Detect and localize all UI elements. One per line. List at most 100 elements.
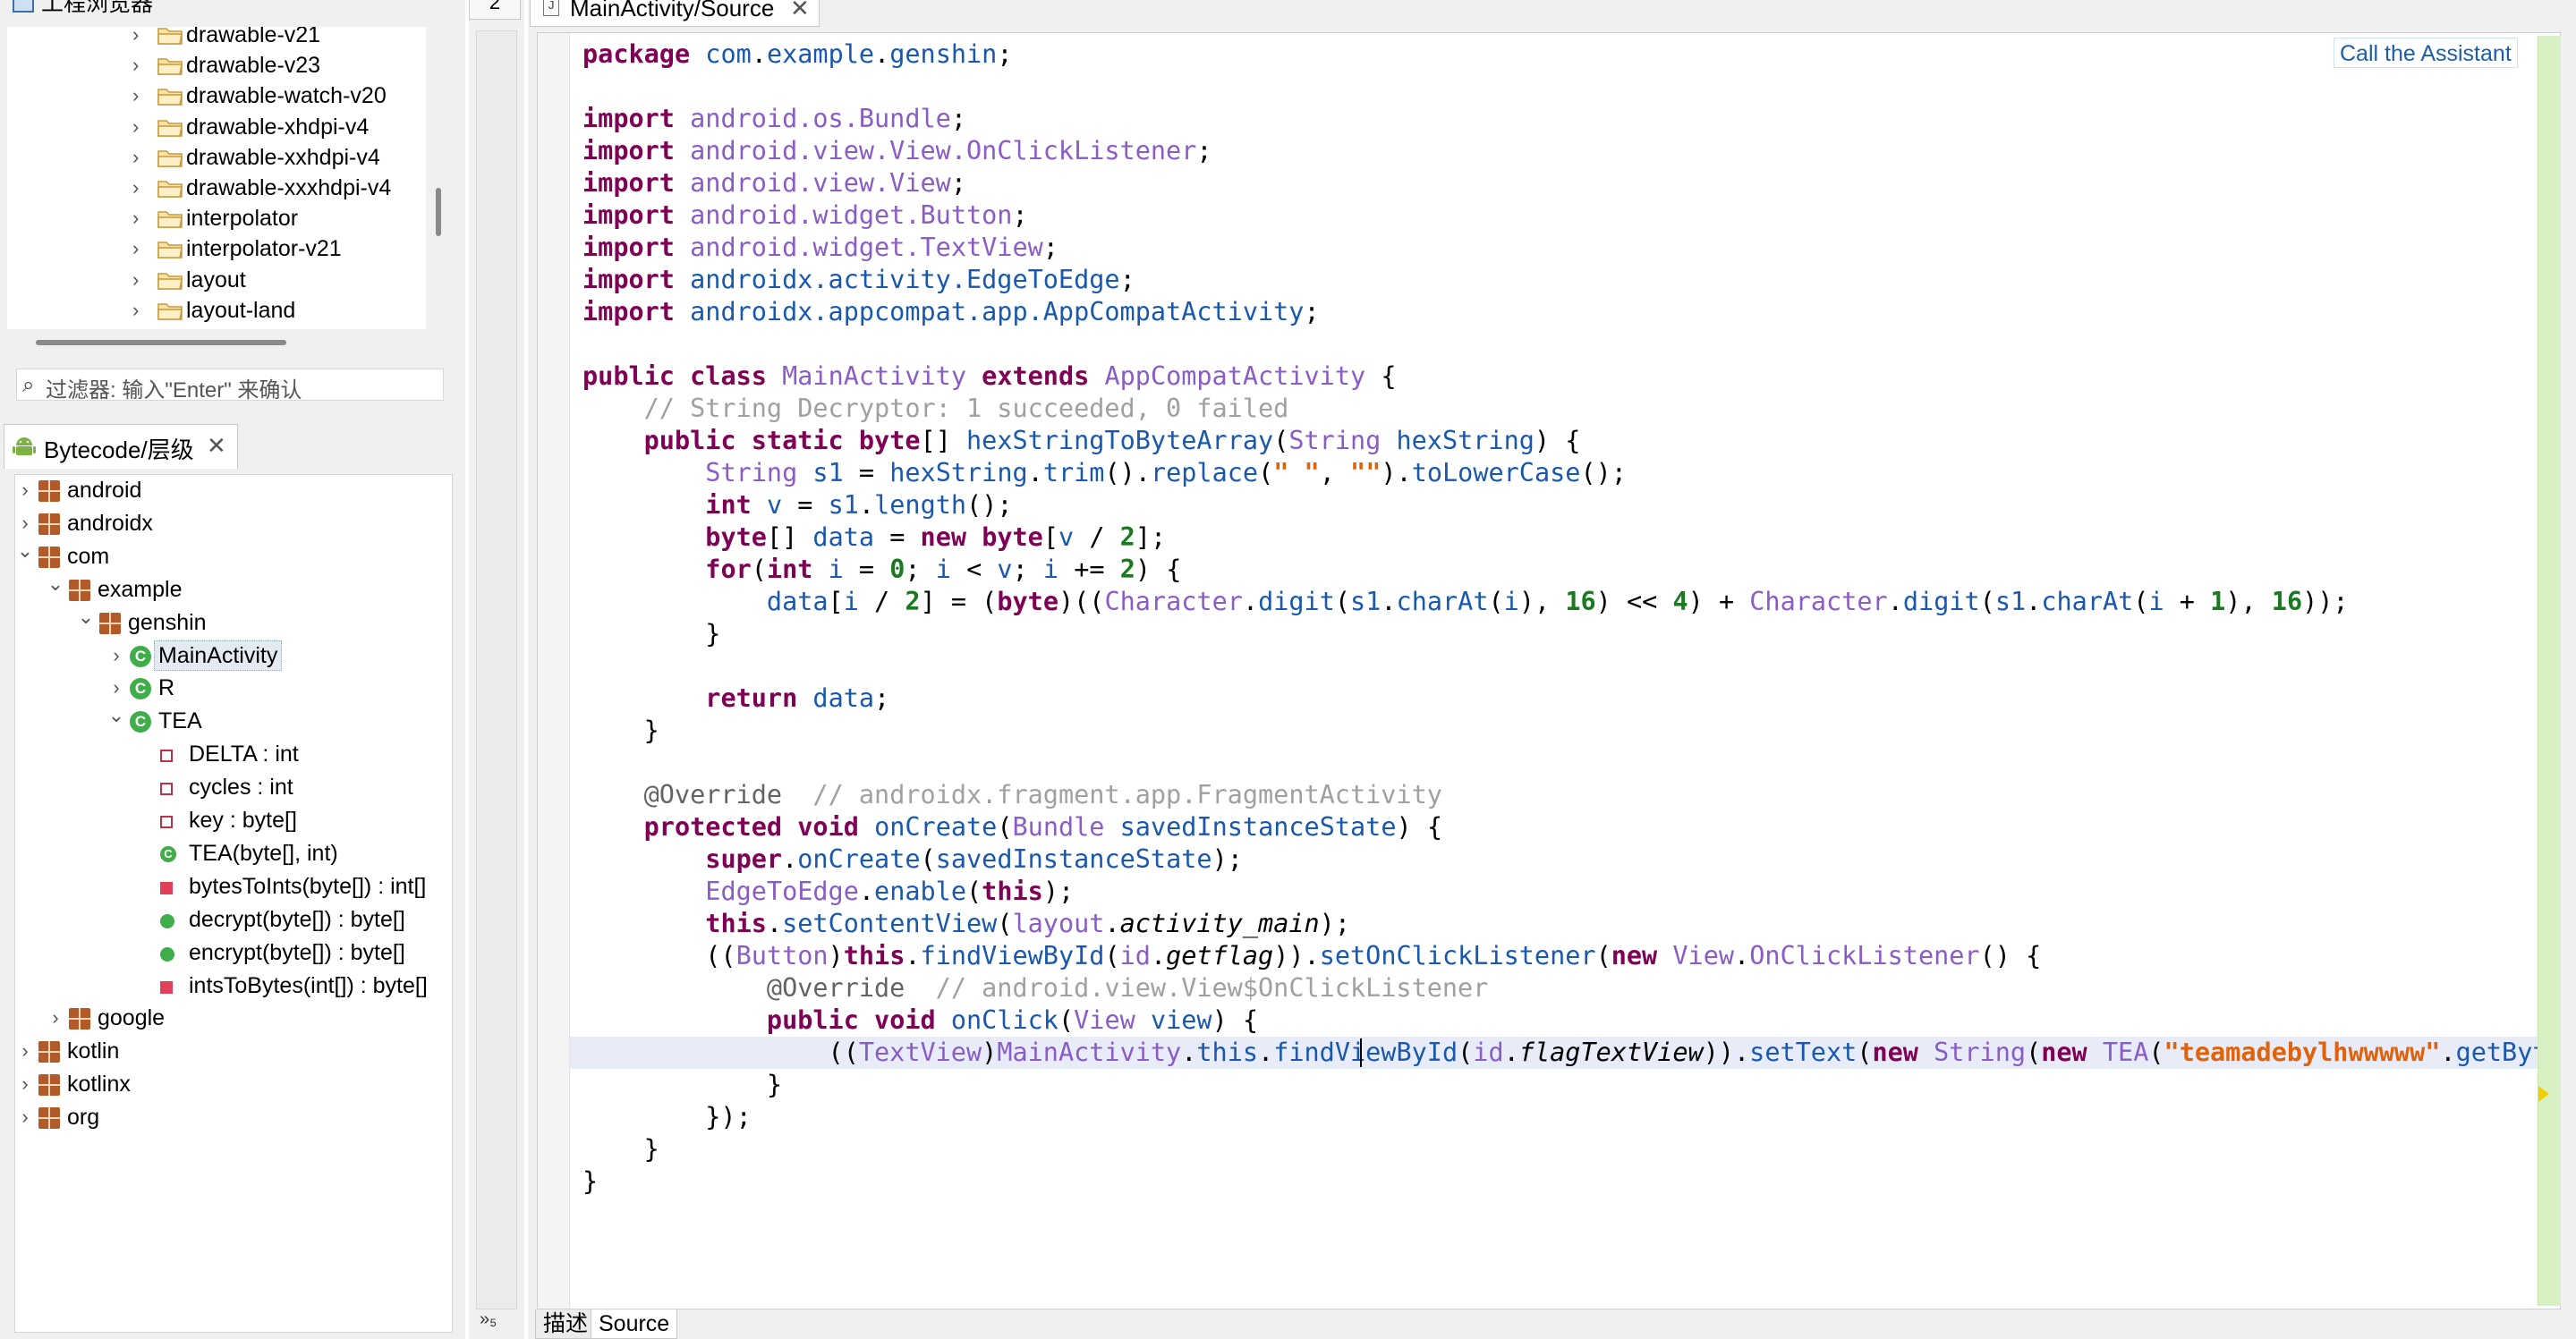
code-line[interactable]: } [582, 1069, 782, 1101]
chevron-down-icon[interactable]: ⌄ [106, 700, 126, 731]
project-browser-tab[interactable]: 工程浏览器 [5, 0, 164, 20]
bytecode-tree-item[interactable]: intsToBytes(int[]) : byte[] [15, 970, 452, 1001]
bytecode-tree-item[interactable]: › android [15, 475, 452, 505]
code-line[interactable]: return data; [582, 682, 889, 715]
code-line[interactable]: import androidx.activity.EdgeToEdge; [582, 264, 1135, 296]
chevron-right-icon[interactable]: › [132, 295, 139, 326]
project-tree-vertical-scrollbar[interactable] [436, 188, 441, 236]
bytecode-tree-item[interactable]: cycles : int [15, 772, 452, 802]
bytecode-tree-item[interactable]: DELTA : int [15, 739, 452, 769]
code-line[interactable]: super.onCreate(savedInstanceState); [582, 843, 1243, 876]
code-line[interactable]: public void onClick(View view) { [582, 1004, 1258, 1037]
code-line[interactable]: String s1 = hexString.trim().replace(" "… [582, 457, 1627, 489]
chevron-right-icon[interactable]: › [15, 508, 35, 538]
code-line[interactable]: import android.widget.Button; [582, 199, 1028, 232]
project-tree-item[interactable]: › layout [7, 265, 426, 295]
project-tree-item[interactable]: › drawable-xxxhdpi-v4 [7, 173, 426, 203]
code-line[interactable]: import android.view.View; [582, 167, 966, 199]
code-line[interactable]: for(int i = 0; i < v; i += 2) { [582, 554, 1181, 586]
code-line[interactable]: public class MainActivity extends AppCom… [582, 360, 1396, 393]
gutter-tab[interactable]: 2 [469, 0, 521, 20]
project-tree[interactable]: › drawable-v21 › drawable-v23 › drawable-watc… [7, 27, 426, 329]
bytecode-tree-item[interactable]: decrypt(byte[]) : byte[] [15, 904, 452, 935]
bytecode-tree-item[interactable]: ›R [15, 673, 452, 703]
code-line[interactable]: import android.view.View.OnClickListener… [582, 135, 1212, 167]
code-line[interactable]: ((Button)this.findViewById(id.getflag)).… [582, 940, 2041, 972]
chevron-right-icon[interactable]: › [15, 1069, 35, 1099]
chevron-right-icon[interactable]: › [132, 142, 139, 173]
editor-bottom-tab[interactable]: Source [591, 1309, 678, 1339]
close-icon[interactable]: ✕ [207, 432, 226, 460]
chevron-right-icon[interactable]: › [132, 112, 139, 142]
chevron-right-icon[interactable]: › [132, 203, 139, 233]
code-line[interactable]: protected void onCreate(Bundle savedInst… [582, 811, 1442, 843]
chevron-right-icon[interactable]: › [132, 173, 139, 203]
project-tree-item[interactable]: › drawable-watch-v20 [7, 81, 426, 111]
code-line[interactable]: package com.example.genshin; [582, 38, 1013, 71]
code-line[interactable]: int v = s1.length(); [582, 489, 1012, 521]
project-tree-horizontal-scrollbar[interactable] [36, 340, 286, 345]
bytecode-tree-item[interactable]: TEA(byte[], int) [15, 838, 452, 869]
bytecode-tree-item[interactable]: key : byte[] [15, 805, 452, 835]
project-tree-item[interactable]: › drawable-xxhdpi-v4 [7, 142, 426, 173]
call-assistant-link[interactable]: Call the Assistant [2334, 38, 2518, 68]
project-tree-item[interactable]: › layout-land [7, 295, 426, 326]
overview-ruler[interactable] [2538, 36, 2561, 1306]
bytecode-tree-item[interactable]: bytesToInts(byte[]) : int[] [15, 871, 452, 902]
chevron-right-icon[interactable]: › [132, 81, 139, 111]
chevron-right-icon[interactable]: › [15, 1036, 35, 1066]
chevron-right-icon[interactable]: › [15, 475, 35, 505]
bytecode-tree-item[interactable]: › kotlin [15, 1036, 452, 1066]
chevron-right-icon[interactable]: › [132, 27, 139, 50]
chevron-right-icon[interactable]: › [132, 265, 139, 295]
chevron-right-icon[interactable]: › [106, 640, 126, 671]
code-line[interactable]: } [582, 715, 659, 747]
chevron-right-icon[interactable]: › [132, 50, 139, 81]
chevron-right-icon[interactable]: › [132, 233, 139, 264]
code-line[interactable]: }); [582, 1101, 751, 1133]
code-line[interactable]: @Override // android.view.View$OnClickLi… [582, 972, 1488, 1004]
chevron-right-icon[interactable]: › [15, 1102, 35, 1132]
code-line[interactable]: import android.widget.TextView; [582, 232, 1058, 264]
bytecode-tree-item[interactable]: ⌄ example [15, 572, 452, 605]
bytecode-tree-item[interactable]: › org [15, 1102, 452, 1132]
bytecode-tree-item[interactable]: › kotlinx [15, 1069, 452, 1099]
code-line[interactable]: import androidx.appcompat.app.AppCompatA… [582, 296, 1320, 328]
code-line[interactable]: @Override // androidx.fragment.app.Fragm… [582, 779, 1442, 811]
project-tree-item[interactable]: › interpolator [7, 203, 426, 233]
code-line[interactable]: // String Decryptor: 1 succeeded, 0 fail… [582, 393, 1289, 425]
overflow-tabs-button[interactable]: »₅ [480, 1309, 497, 1330]
chevron-down-icon[interactable]: ⌄ [76, 602, 96, 632]
chevron-down-icon[interactable]: ⌄ [46, 569, 65, 599]
code-line[interactable]: import android.os.Bundle; [582, 103, 966, 135]
code-line[interactable]: ((TextView)MainActivity.this.findViewByI… [582, 1037, 2560, 1069]
code-editor[interactable]: package com.example.genshin; import andro… [537, 32, 2561, 1309]
bytecode-tree[interactable]: ›android›androidx⌄com⌄example⌄genshin›Ma… [14, 474, 453, 1333]
bytecode-tab[interactable]: Bytecode/层级 ✕ [4, 424, 238, 469]
chevron-right-icon[interactable]: › [46, 1003, 65, 1033]
code-line[interactable]: } [582, 1133, 659, 1165]
bytecode-tree-item[interactable]: ⌄ genshin [15, 606, 452, 638]
ruler-marker-arrow-icon[interactable] [2538, 1086, 2549, 1102]
code-line[interactable]: byte[] data = new byte[v / 2]; [582, 521, 1166, 554]
code-line[interactable]: data[i / 2] = (byte)((Character.digit(s1… [582, 586, 2349, 618]
code-line[interactable]: EdgeToEdge.enable(this); [582, 876, 1074, 908]
bytecode-tree-item[interactable]: › MainActivity [15, 640, 452, 671]
code-line[interactable]: } [582, 1165, 598, 1198]
project-tree-item[interactable]: › drawable-v23 [7, 50, 426, 81]
project-tree-item[interactable]: › drawable-v21 [7, 27, 426, 50]
project-tree-item[interactable]: › drawable-xhdpi-v4 [7, 112, 426, 142]
bytecode-tree-item[interactable]: › androidx [15, 508, 452, 538]
bytecode-tree-item[interactable]: › google [15, 1003, 452, 1033]
filter-input[interactable]: ⌕ 过滤器: 输入"Enter" 来确认 [16, 369, 444, 403]
code-line[interactable]: public static byte[] hexStringToByteArra… [582, 425, 1581, 457]
bytecode-tree-item[interactable]: ⌄TEA [15, 704, 452, 736]
code-line[interactable]: } [582, 618, 720, 650]
bytecode-tree-item[interactable]: ⌄ com [15, 539, 452, 572]
chevron-down-icon[interactable]: ⌄ [15, 536, 35, 566]
project-tree-item[interactable]: › interpolator-v21 [7, 233, 426, 264]
chevron-right-icon[interactable]: › [106, 673, 126, 703]
editor-bottom-tab[interactable]: 描述 [535, 1309, 597, 1339]
bytecode-tree-item[interactable]: encrypt(byte[]) : byte[] [15, 937, 452, 968]
code-line[interactable]: this.setContentView(layout.activity_main… [582, 908, 1350, 940]
